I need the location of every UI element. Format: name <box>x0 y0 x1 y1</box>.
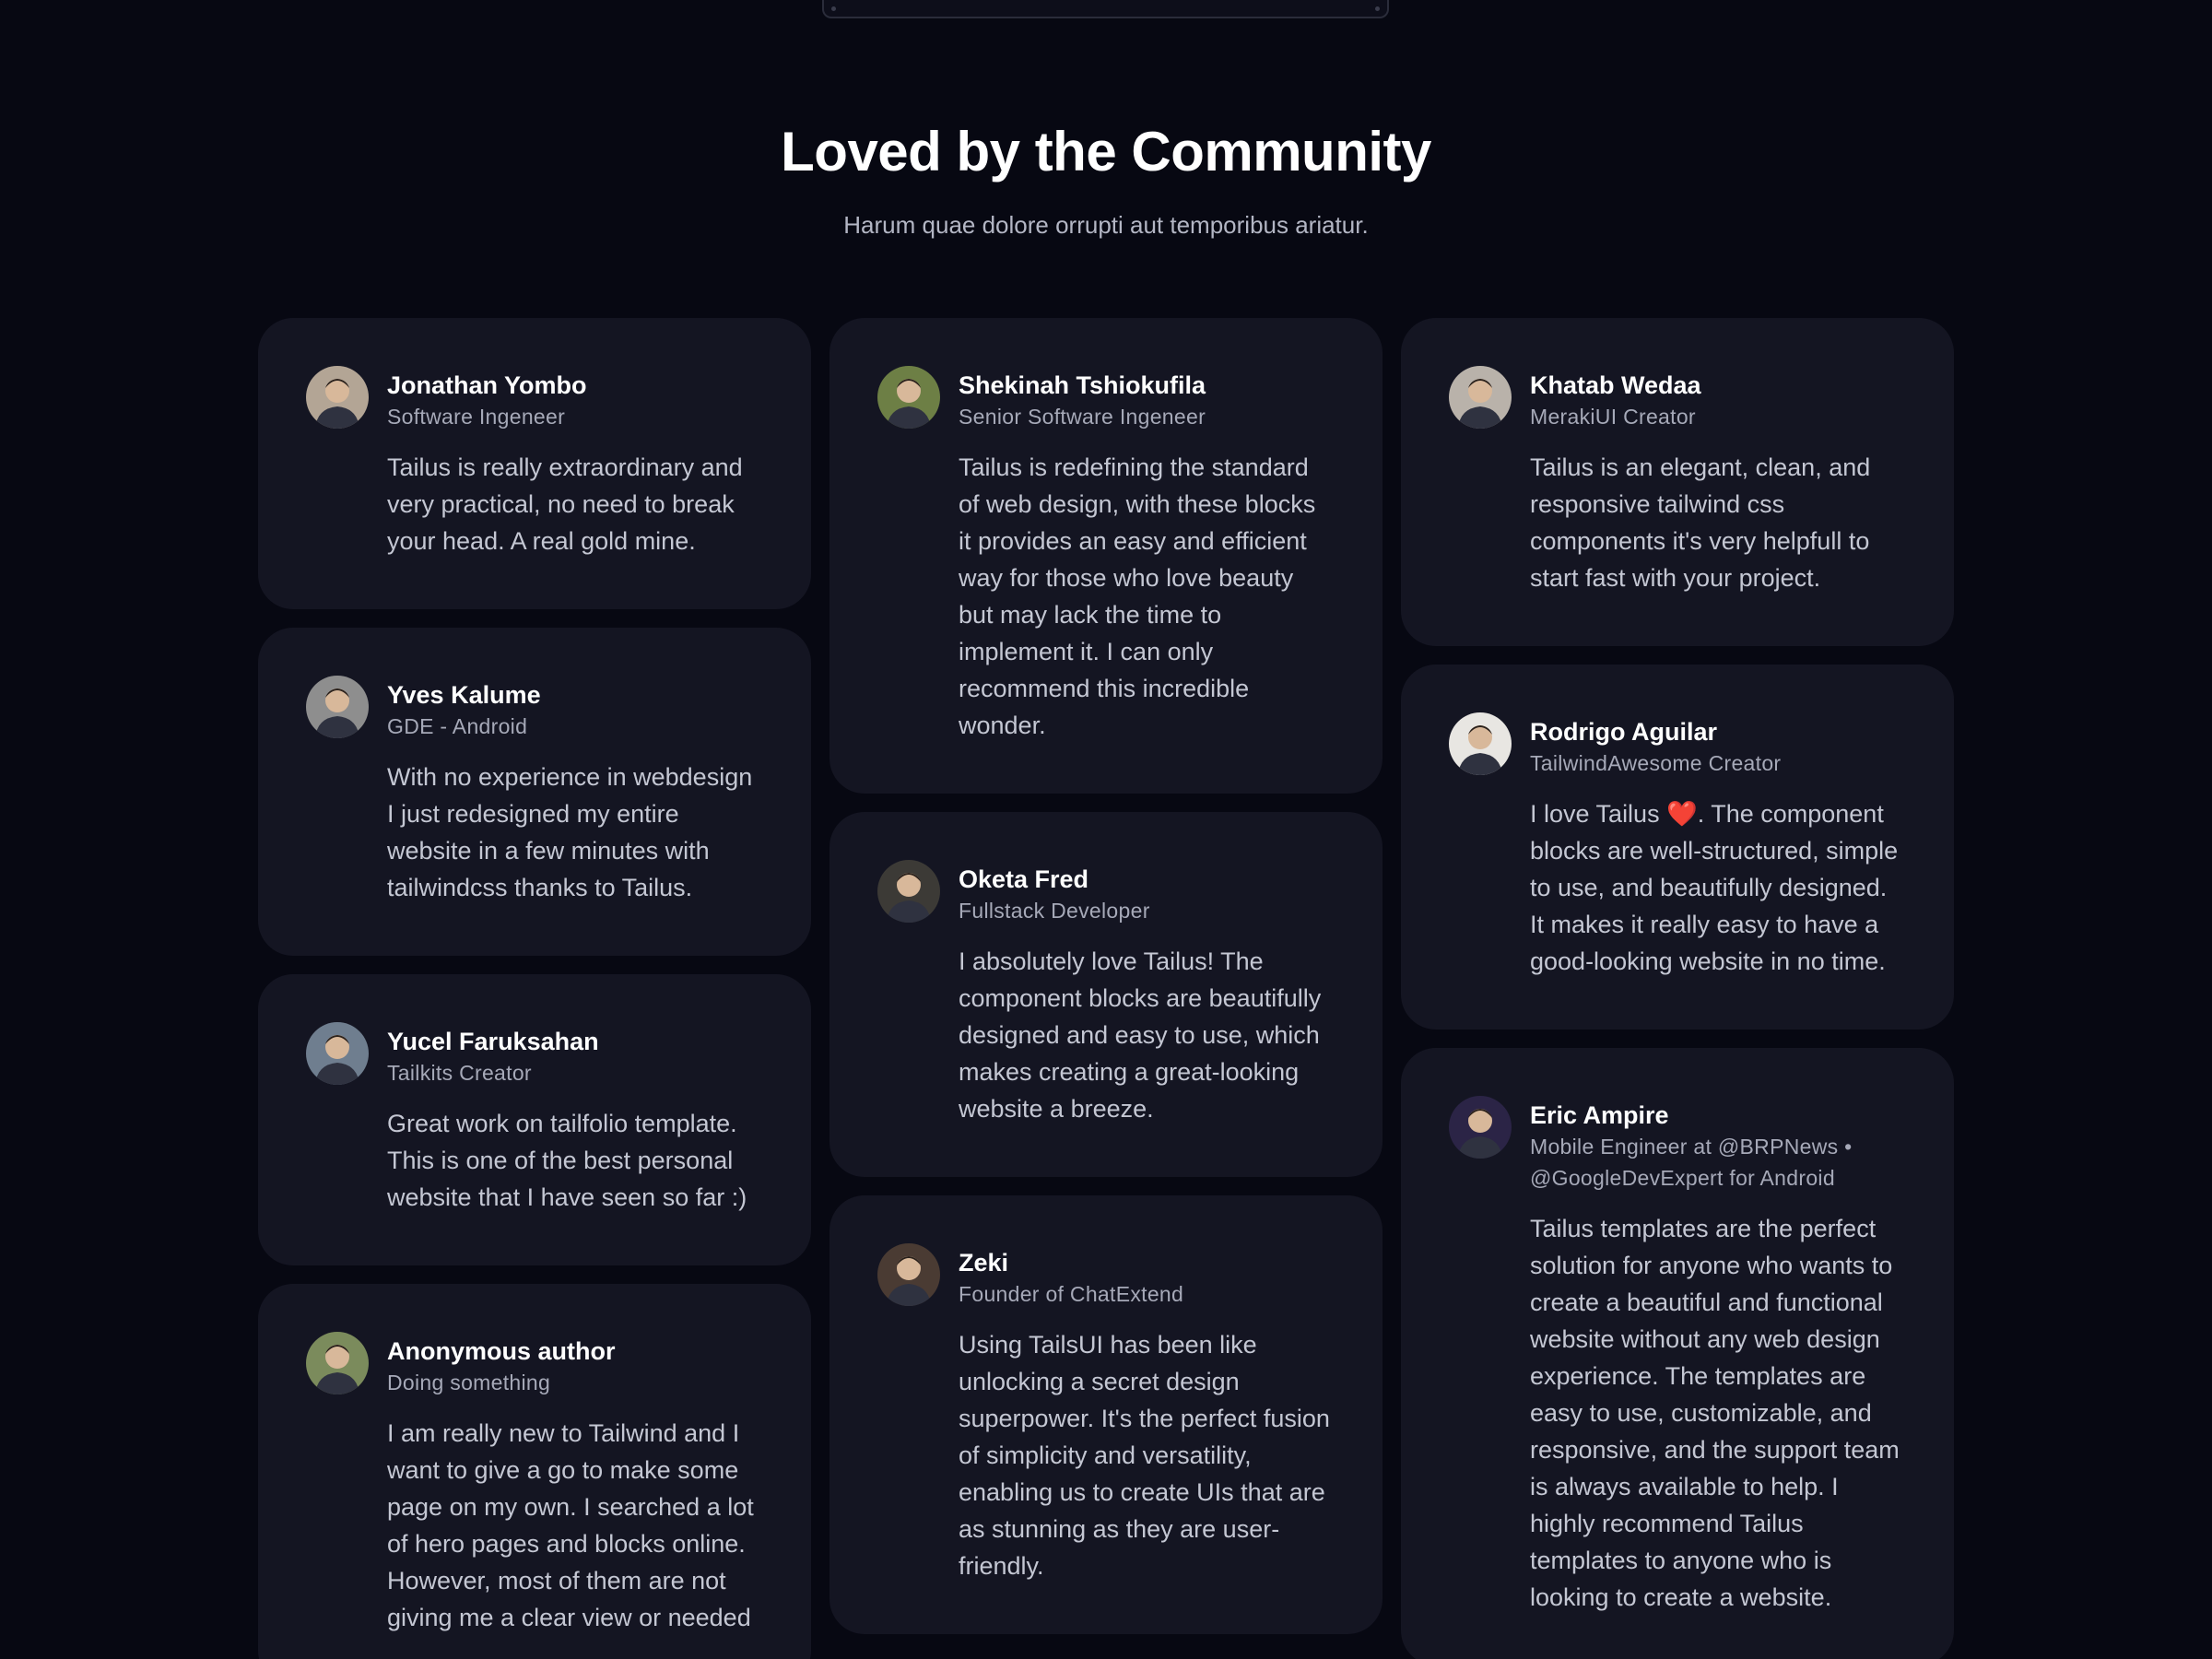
avatar <box>1449 1096 1512 1159</box>
section-title: Loved by the Community <box>781 121 1431 182</box>
avatar <box>1449 712 1512 775</box>
testimonial-card: Anonymous author Doing something I am real… <box>258 1284 811 1659</box>
avatar <box>1449 366 1512 429</box>
testimonial-quote: Using TailsUI has been like unlocking a … <box>959 1331 1330 1580</box>
author-name: Yves Kalume <box>387 681 541 709</box>
author-name: Oketa Fred <box>959 865 1089 893</box>
browser-preview-frame <box>822 0 1389 18</box>
testimonial-quote: Tailus is redefining the standard of web… <box>959 453 1316 739</box>
author-role: MerakiUI Creator <box>1530 405 1696 429</box>
testimonial-card: Yves Kalume GDE - Android With no experien… <box>258 628 811 956</box>
testimonial-body: Oketa Fred Fullstack Developer I absolutel… <box>959 860 1331 1127</box>
testimonial-quote: Tailus templates are the perfect solutio… <box>1530 1215 1900 1611</box>
author-name: Zeki <box>959 1249 1009 1277</box>
avatar <box>877 1243 940 1306</box>
testimonial-column: Jonathan Yombo Software Ingeneer Tailus is… <box>258 318 811 1659</box>
author-name: Jonathan Yombo <box>387 371 587 399</box>
avatar <box>877 366 940 429</box>
testimonial-quote: I absolutely love Tailus! The component … <box>959 947 1322 1123</box>
testimonial-card: Rodrigo Aguilar TailwindAwesome Creator I … <box>1401 665 1954 1030</box>
testimonial-quote: I am really new to Tailwind and I want t… <box>387 1419 754 1631</box>
author-role: Founder of ChatExtend <box>959 1282 1184 1306</box>
testimonial-card: Zeki Founder of ChatExtend Using TailsUI h… <box>830 1195 1382 1634</box>
author-role: Tailkits Creator <box>387 1061 532 1085</box>
testimonial-body: Zeki Founder of ChatExtend Using TailsUI h… <box>959 1243 1331 1584</box>
testimonial-column: Khatab Wedaa MerakiUI Creator Tailus is an… <box>1401 318 1954 1659</box>
testimonial-quote: Great work on tailfolio template. This i… <box>387 1110 747 1211</box>
author-role: Mobile Engineer at @BRPNews • @GoogleDev… <box>1530 1135 1853 1190</box>
author-role: Senior Software Ingeneer <box>959 405 1206 429</box>
testimonial-body: Khatab Wedaa MerakiUI Creator Tailus is an… <box>1530 366 1902 596</box>
author-name: Eric Ampire <box>1530 1101 1669 1129</box>
author-name: Shekinah Tshiokufila <box>959 371 1206 399</box>
testimonial-body: Jonathan Yombo Software Ingeneer Tailus is… <box>387 366 759 559</box>
frame-corner-dot <box>1375 6 1380 11</box>
testimonial-card: Oketa Fred Fullstack Developer I absolutel… <box>830 812 1382 1177</box>
author-name: Yucel Faruksahan <box>387 1028 599 1055</box>
author-role: Fullstack Developer <box>959 899 1150 923</box>
testimonial-body: Shekinah Tshiokufila Senior Software Inge… <box>959 366 1331 744</box>
author-name: Khatab Wedaa <box>1530 371 1701 399</box>
frame-corner-dot <box>831 6 836 11</box>
author-role: TailwindAwesome Creator <box>1530 751 1782 775</box>
avatar <box>306 676 369 738</box>
testimonial-quote: I love Tailus ❤️. The component blocks a… <box>1530 800 1899 975</box>
avatar <box>877 860 940 923</box>
avatar <box>306 366 369 429</box>
avatar <box>306 1022 369 1085</box>
author-role: Software Ingeneer <box>387 405 566 429</box>
testimonial-card: Jonathan Yombo Software Ingeneer Tailus is… <box>258 318 811 609</box>
testimonial-body: Yves Kalume GDE - Android With no experien… <box>387 676 759 906</box>
avatar <box>306 1332 369 1394</box>
testimonial-column: Shekinah Tshiokufila Senior Software Inge… <box>830 318 1382 1634</box>
author-name: Anonymous author <box>387 1337 616 1365</box>
testimonial-quote: Tailus is an elegant, clean, and respons… <box>1530 453 1871 592</box>
testimonials-page: Loved by the Community Harum quae dolore… <box>0 0 2212 1659</box>
section-subtitle: Harum quae dolore orrupti aut temporibus… <box>843 211 1369 239</box>
testimonial-card: Yucel Faruksahan Tailkits Creator Great wo… <box>258 974 811 1265</box>
testimonial-columns: Jonathan Yombo Software Ingeneer Tailus is… <box>258 318 1954 1659</box>
testimonial-card: Eric Ampire Mobile Engineer at @BRPNews •… <box>1401 1048 1954 1659</box>
testimonial-body: Eric Ampire Mobile Engineer at @BRPNews •… <box>1530 1096 1902 1616</box>
testimonial-quote: With no experience in webdesign I just r… <box>387 763 753 901</box>
author-role: Doing something <box>387 1371 551 1394</box>
author-role: GDE - Android <box>387 714 528 738</box>
testimonial-card: Khatab Wedaa MerakiUI Creator Tailus is an… <box>1401 318 1954 646</box>
author-name: Rodrigo Aguilar <box>1530 718 1717 746</box>
testimonial-body: Rodrigo Aguilar TailwindAwesome Creator I … <box>1530 712 1902 980</box>
testimonial-body: Anonymous author Doing something I am real… <box>387 1332 759 1636</box>
testimonial-card: Shekinah Tshiokufila Senior Software Inge… <box>830 318 1382 794</box>
testimonial-body: Yucel Faruksahan Tailkits Creator Great wo… <box>387 1022 759 1216</box>
testimonial-quote: Tailus is really extraordinary and very … <box>387 453 743 555</box>
